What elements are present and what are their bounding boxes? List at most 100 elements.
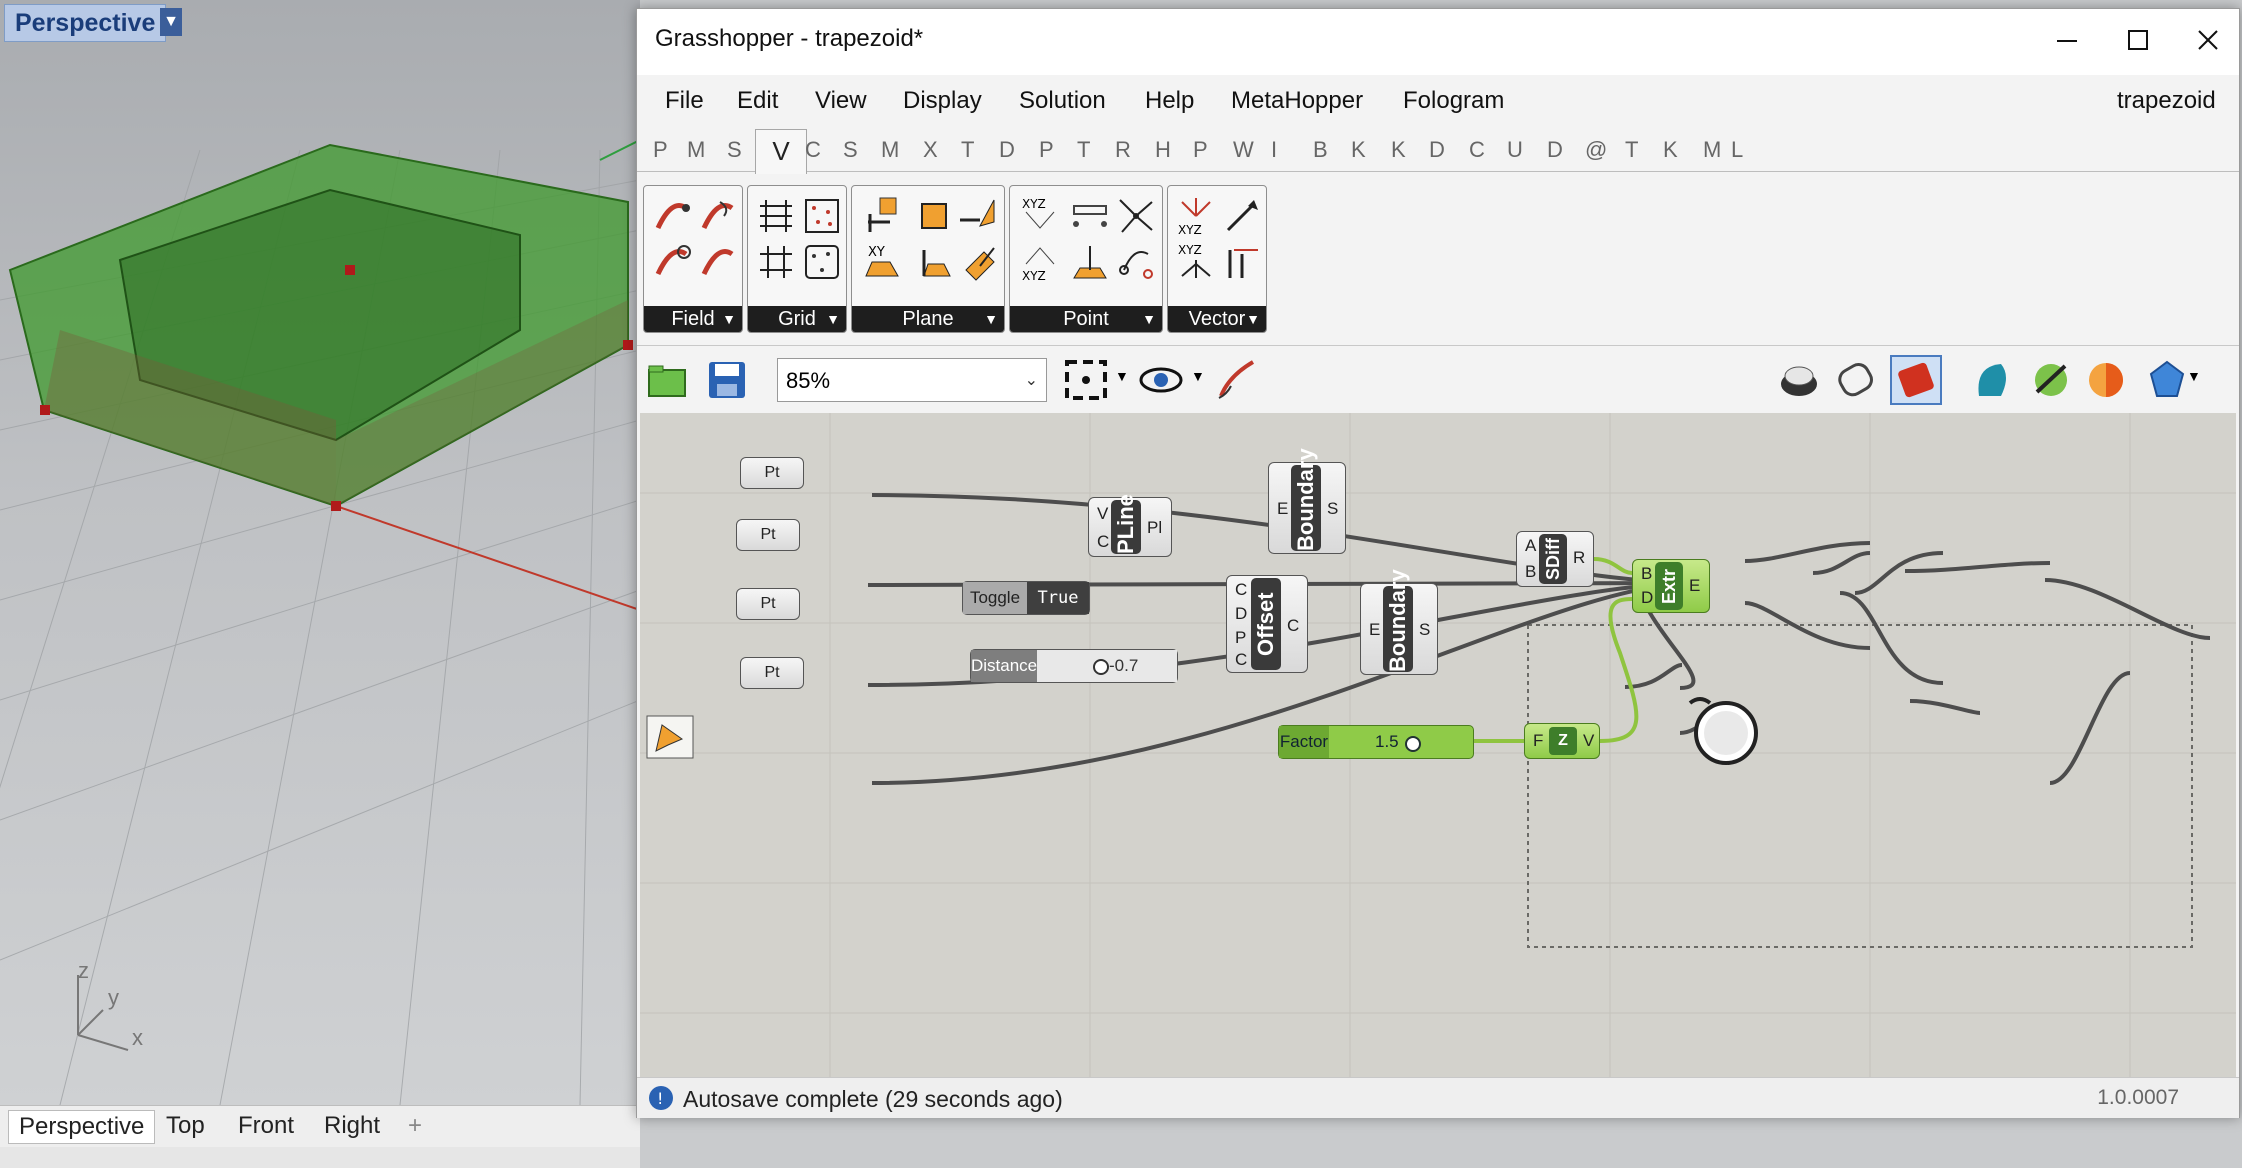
- populate-2d-icon[interactable]: [800, 194, 844, 238]
- component-tab[interactable]: T: [1625, 137, 1638, 163]
- grasshopper-logo-icon[interactable]: [646, 715, 694, 759]
- render-sphere-icon[interactable]: [2083, 356, 2129, 404]
- pline-output[interactable]: Pl: [1147, 518, 1162, 538]
- component-tab[interactable]: R: [1115, 137, 1131, 163]
- menu-solution[interactable]: Solution: [1019, 87, 1106, 115]
- pline-input-v[interactable]: V: [1097, 504, 1108, 524]
- sdiff-input-a[interactable]: A: [1525, 536, 1536, 556]
- zoom-extents-dropdown-icon[interactable]: ▼: [1115, 368, 1129, 384]
- boundary-surface-component[interactable]: E Boundary S: [1268, 448, 1346, 554]
- unit-z-component[interactable]: F Z V: [1524, 723, 1600, 759]
- component-tab[interactable]: M: [687, 137, 705, 163]
- component-tab[interactable]: T: [961, 137, 974, 163]
- component-tab[interactable]: I: [1271, 137, 1277, 163]
- offset-input-c2[interactable]: C: [1235, 650, 1247, 670]
- vector-force-icon[interactable]: [696, 240, 740, 284]
- menu-edit[interactable]: Edit: [737, 87, 778, 115]
- factor-slider[interactable]: Factor 1.5: [1278, 725, 1474, 759]
- construct-plane-icon[interactable]: [910, 194, 954, 238]
- plane-offset-icon[interactable]: [956, 194, 1000, 238]
- offset-output-c[interactable]: C: [1287, 616, 1299, 636]
- viewport-title[interactable]: Perspective: [4, 4, 167, 42]
- menu-help[interactable]: Help: [1145, 87, 1194, 115]
- panel-field-dropdown-icon[interactable]: ▼: [722, 306, 736, 332]
- boundary-surface-component[interactable]: E Boundary S: [1360, 569, 1438, 675]
- component-tab[interactable]: P: [653, 137, 668, 163]
- component-tab[interactable]: S: [843, 137, 858, 163]
- bake-icon[interactable]: [1971, 356, 2017, 404]
- offset-curve-component[interactable]: C D P C Offset C: [1226, 575, 1308, 673]
- panel-grid-dropdown-icon[interactable]: ▼: [826, 306, 840, 332]
- vector-xyz-icon[interactable]: XYZ: [1174, 194, 1218, 238]
- panel-point-dropdown-icon[interactable]: ▼: [1142, 306, 1156, 332]
- panel-plane-footer[interactable]: Plane ▼: [852, 306, 1004, 332]
- tab-perspective[interactable]: Perspective: [8, 1110, 156, 1144]
- extr-input-d[interactable]: D: [1641, 588, 1653, 608]
- deconstruct-vector-icon[interactable]: XYZ: [1174, 240, 1218, 284]
- minimize-icon[interactable]: [2037, 19, 2097, 63]
- point-charge-icon[interactable]: [650, 240, 694, 284]
- component-tab[interactable]: K: [1391, 137, 1406, 163]
- viewport-menu-arrow-icon[interactable]: ▼: [160, 8, 182, 36]
- component-tab[interactable]: C: [805, 137, 821, 163]
- pline-input-c[interactable]: C: [1097, 532, 1109, 552]
- component-tab[interactable]: B: [1313, 137, 1328, 163]
- extr-input-b[interactable]: B: [1641, 564, 1652, 584]
- zoom-select[interactable]: 85% ⌄: [777, 358, 1047, 402]
- sdiff-output-r[interactable]: R: [1573, 548, 1585, 568]
- component-tab[interactable]: D: [1547, 137, 1563, 163]
- component-tab[interactable]: S: [727, 137, 742, 163]
- pull-point-icon[interactable]: [1114, 240, 1158, 284]
- preview-eye-icon[interactable]: [1137, 358, 1185, 402]
- factor-slider-handle[interactable]: [1405, 736, 1421, 752]
- preview-dropdown-icon[interactable]: ▼: [1191, 368, 1205, 384]
- construct-point-icon[interactable]: XYZ: [1018, 194, 1062, 238]
- display-mode-dropdown-icon[interactable]: ▼: [2187, 368, 2201, 384]
- boundary2-input-e[interactable]: E: [1369, 620, 1380, 640]
- display-mode-icon[interactable]: [2147, 356, 2187, 404]
- offset-input-p[interactable]: P: [1235, 628, 1246, 648]
- vector-2pt-icon[interactable]: [1220, 194, 1264, 238]
- unitz-input-f[interactable]: F: [1533, 731, 1543, 751]
- component-tab[interactable]: P: [1193, 137, 1208, 163]
- zoom-extents-icon[interactable]: [1061, 356, 1111, 404]
- sdiff-input-b[interactable]: B: [1525, 562, 1536, 582]
- rectangular-grid-icon[interactable]: [754, 194, 798, 238]
- extrude-component[interactable]: B D Extr E: [1632, 559, 1710, 613]
- component-tab[interactable]: K: [1663, 137, 1678, 163]
- panel-vector-footer[interactable]: Vector ▼: [1168, 306, 1266, 332]
- component-tab[interactable]: @: [1585, 137, 1607, 163]
- wire-display-icon[interactable]: [1833, 356, 1881, 404]
- panel-grid-footer[interactable]: Grid ▼: [748, 306, 846, 332]
- boolean-toggle[interactable]: Toggle True: [962, 581, 1090, 615]
- extr-output-e[interactable]: E: [1689, 576, 1700, 596]
- add-viewport-icon[interactable]: +: [408, 1110, 422, 1142]
- save-file-icon[interactable]: [705, 358, 749, 402]
- polyline-component[interactable]: V C PLine Pl: [1088, 494, 1172, 557]
- component-tab[interactable]: U: [1507, 137, 1523, 163]
- menu-fologram[interactable]: Fologram: [1403, 87, 1504, 115]
- toggle-value[interactable]: True: [1027, 582, 1089, 614]
- panel-field-footer[interactable]: Field ▼: [644, 306, 742, 332]
- panel-point-footer[interactable]: Point ▼: [1010, 306, 1162, 332]
- component-tab[interactable]: M: [881, 137, 899, 163]
- navigation-dial-icon[interactable]: [1680, 687, 1762, 769]
- component-tab[interactable]: D: [999, 137, 1015, 163]
- component-tab[interactable]: K: [1351, 137, 1366, 163]
- component-tab[interactable]: W: [1233, 137, 1254, 163]
- plane-origin-icon[interactable]: [910, 240, 954, 284]
- project-point-icon[interactable]: [1068, 240, 1112, 284]
- populate-3d-icon[interactable]: [800, 240, 844, 284]
- line-charge-icon[interactable]: [650, 194, 694, 238]
- distance-slider[interactable]: Distance -0.7: [970, 649, 1178, 683]
- menu-file[interactable]: File: [665, 87, 704, 115]
- spin-force-icon[interactable]: [696, 194, 740, 238]
- grasshopper-canvas[interactable]: Pt Pt Pt Pt V C PLine Pl E Boundary S To…: [640, 413, 2236, 1077]
- component-tab[interactable]: P: [1039, 137, 1054, 163]
- menu-metahopper[interactable]: MetaHopper: [1231, 87, 1363, 115]
- open-file-icon[interactable]: [645, 358, 689, 402]
- square-grid-icon[interactable]: [754, 240, 798, 284]
- distance-slider-handle[interactable]: [1093, 659, 1109, 675]
- close-icon[interactable]: [2177, 19, 2237, 63]
- deconstruct-point-icon[interactable]: XYZ: [1018, 240, 1062, 284]
